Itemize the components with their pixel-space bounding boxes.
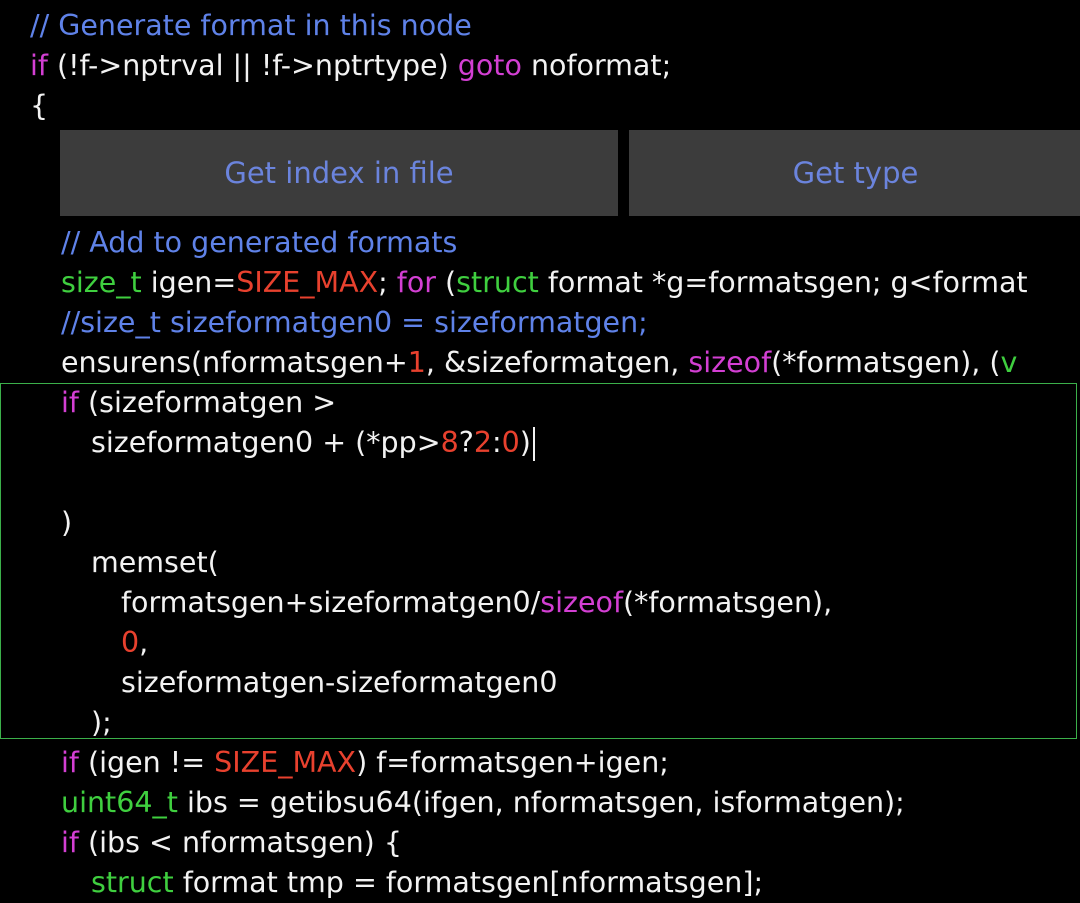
code-token: //size_t sizeformatgen0 = sizeformatgen; [61, 306, 648, 339]
code-line[interactable]: ) [0, 503, 1080, 543]
code-line[interactable]: 0, [0, 623, 1080, 663]
code-token: formatsgen+sizeformatgen0/ [121, 586, 541, 619]
code-token: (sizeformatgen > [78, 386, 337, 419]
code-token: goto [457, 49, 522, 82]
code-token: { [30, 89, 49, 122]
code-token: // Generate format in this node [30, 9, 472, 42]
get-type-button[interactable]: Get type [629, 130, 1080, 216]
code-token: ) [61, 506, 73, 539]
code-line[interactable]: // Add to generated formats [0, 223, 1080, 263]
code-line[interactable]: sizeformatgen-sizeformatgen0 [0, 663, 1080, 703]
code-token: , [139, 626, 149, 659]
code-token: ) [519, 426, 531, 459]
code-token: sizeformatgen-sizeformatgen0 [121, 666, 558, 699]
code-token: (*formatsgen), [623, 586, 833, 619]
code-token: sizeof [540, 586, 624, 619]
code-token: (ibs < nformatsgen) { [78, 826, 402, 859]
code-token: if [61, 826, 79, 859]
code-token: ? [458, 426, 474, 459]
code-token: for [396, 266, 436, 299]
code-line[interactable]: if (!f->nptrval || !f->nptrtype) goto no… [0, 46, 1080, 86]
code-token: format *g=formatsgen; g<format [538, 266, 1028, 299]
code-line[interactable]: //size_t sizeformatgen0 = sizeformatgen; [0, 303, 1080, 343]
code-line[interactable]: ); [0, 703, 1080, 743]
code-token: noformat; [521, 49, 672, 82]
code-token: if [30, 49, 48, 82]
code-token: SIZE_MAX [236, 266, 379, 299]
code-token: struct [456, 266, 539, 299]
code-token: memset( [91, 546, 219, 579]
inline-action-bar: Get index in file Get type [60, 130, 1080, 216]
code-line[interactable]: if (igen != SIZE_MAX) f=formatsgen+igen; [0, 743, 1080, 783]
code-token: format tmp = formatsgen[nformatsgen]; [173, 866, 764, 899]
code-token: (*formatsgen), ( [771, 346, 1001, 379]
code-token: 8 [440, 426, 459, 459]
code-token: if [61, 386, 79, 419]
code-line[interactable]: size_t igen=SIZE_MAX; for (struct format… [0, 263, 1080, 303]
code-line[interactable]: memset( [0, 543, 1080, 583]
text-cursor [532, 427, 535, 461]
code-editor[interactable]: // Generate format in this node if (!f->n… [0, 0, 1080, 901]
code-token: sizeformatgen0 + (*pp> [91, 426, 441, 459]
code-token: if [61, 746, 79, 779]
code-token: ); [91, 706, 112, 739]
code-token: (!f->nptrval || !f->nptrtype) [47, 49, 458, 82]
code-token: ) f=formatsgen+igen; [356, 746, 669, 779]
code-token: ( [435, 266, 457, 299]
code-token: struct [91, 866, 174, 899]
code-token: (igen != [78, 746, 215, 779]
code-token: // Add to generated formats [61, 226, 458, 259]
code-token: igen= [141, 266, 237, 299]
code-token: size_t [61, 266, 142, 299]
code-line[interactable]: // Generate format in this node [0, 6, 1080, 46]
code-line[interactable]: formatsgen+sizeformatgen0/sizeof(*format… [0, 583, 1080, 623]
code-line[interactable]: sizeformatgen0 + (*pp>8?2:0) [0, 423, 1080, 463]
code-token: v [1000, 346, 1018, 379]
code-token: ibs = getibsu64(ifgen, nformatsgen, isfo… [177, 786, 905, 819]
code-token: sizeof [688, 346, 772, 379]
code-token: ensurens(nformatsgen+ [61, 346, 408, 379]
get-index-in-file-button[interactable]: Get index in file [60, 130, 618, 216]
code-token: 0 [121, 626, 140, 659]
code-line[interactable]: if (sizeformatgen > [0, 383, 1080, 423]
code-token: 0 [501, 426, 520, 459]
code-token: : [492, 426, 502, 459]
code-token: 2 [473, 426, 493, 459]
code-token: SIZE_MAX [214, 746, 357, 779]
code-token: ; [378, 266, 397, 299]
code-line[interactable]: uint64_t ibs = getibsu64(ifgen, nformats… [0, 783, 1080, 823]
code-line[interactable]: if (ibs < nformatsgen) { [0, 823, 1080, 863]
code-token: , &sizeformatgen, [425, 346, 689, 379]
code-token: uint64_t [61, 786, 178, 819]
code-line[interactable]: struct format tmp = formatsgen[nformatsg… [0, 863, 1080, 903]
code-line[interactable]: { [0, 86, 1080, 126]
code-token: 1 [407, 346, 426, 379]
code-line[interactable]: ensurens(nformatsgen+1, &sizeformatgen, … [0, 343, 1080, 383]
